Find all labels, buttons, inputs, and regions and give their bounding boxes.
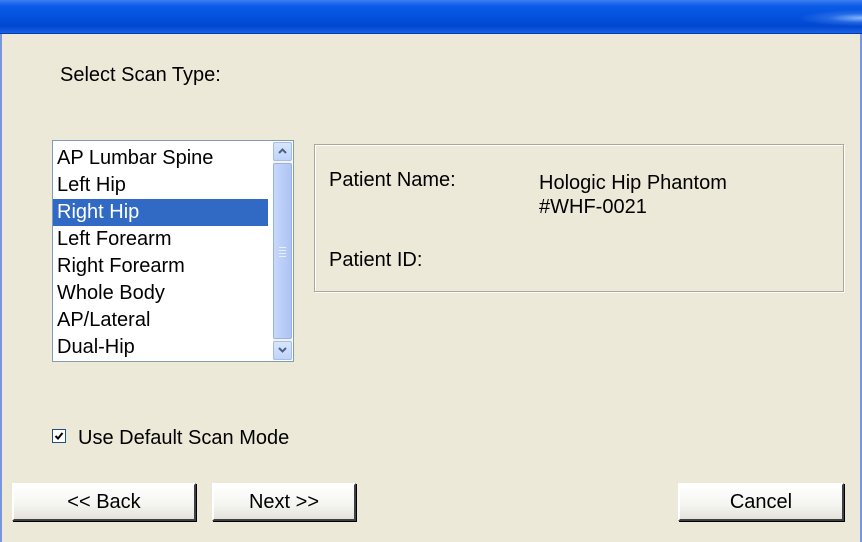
thumb-grip <box>279 247 286 248</box>
patient-name-line-2: #WHF-0021 <box>539 196 647 218</box>
thumb-grip <box>279 256 286 257</box>
scan-type-item[interactable]: Right Forearm <box>53 253 268 280</box>
scan-type-item[interactable]: Right Hip <box>53 199 268 226</box>
scroll-thumb[interactable] <box>273 163 292 339</box>
scan-type-item[interactable]: Left Forearm <box>53 226 268 253</box>
title-bar[interactable] <box>0 0 862 34</box>
title-bar-highlight <box>802 10 862 26</box>
default-scan-mode-checkbox[interactable] <box>52 429 66 443</box>
listbox-scrollbar[interactable] <box>273 142 292 360</box>
chevron-up-icon <box>278 148 287 154</box>
scan-type-item[interactable]: AP Lumbar Spine <box>53 145 268 172</box>
scan-type-listbox[interactable]: AP Lumbar Spine Left Hip Right Hip Left For… <box>52 140 294 362</box>
patient-name-label: Patient Name: <box>329 169 456 191</box>
scan-type-item[interactable]: Dual-Hip <box>53 334 268 361</box>
scan-type-item[interactable]: Left Hip <box>53 172 268 199</box>
checkmark-icon <box>54 432 64 440</box>
thumb-grip <box>279 250 286 251</box>
patient-name-value: Hologic Hip Phantom #WHF-0021 <box>539 171 727 219</box>
scroll-up-button[interactable] <box>273 142 292 161</box>
thumb-grip <box>279 253 286 254</box>
next-button[interactable]: Next >> <box>212 483 356 521</box>
default-scan-mode-label[interactable]: Use Default Scan Mode <box>78 427 289 450</box>
cancel-button[interactable]: Cancel <box>678 483 844 521</box>
scan-type-item[interactable]: Whole Body <box>53 280 268 307</box>
patient-id-label: Patient ID: <box>329 249 423 271</box>
select-scan-type-label: Select Scan Type: <box>60 64 221 86</box>
patient-name-line-1: Hologic Hip Phantom <box>539 172 727 194</box>
patient-info-panel: Patient Name: Hologic Hip Phantom #WHF-0… <box>314 144 844 292</box>
scan-type-item[interactable]: AP/Lateral <box>53 307 268 334</box>
back-button[interactable]: << Back <box>12 483 196 521</box>
scan-type-list[interactable]: AP Lumbar Spine Left Hip Right Hip Left For… <box>53 145 268 361</box>
scroll-down-button[interactable] <box>273 341 292 360</box>
chevron-down-icon <box>278 347 287 353</box>
